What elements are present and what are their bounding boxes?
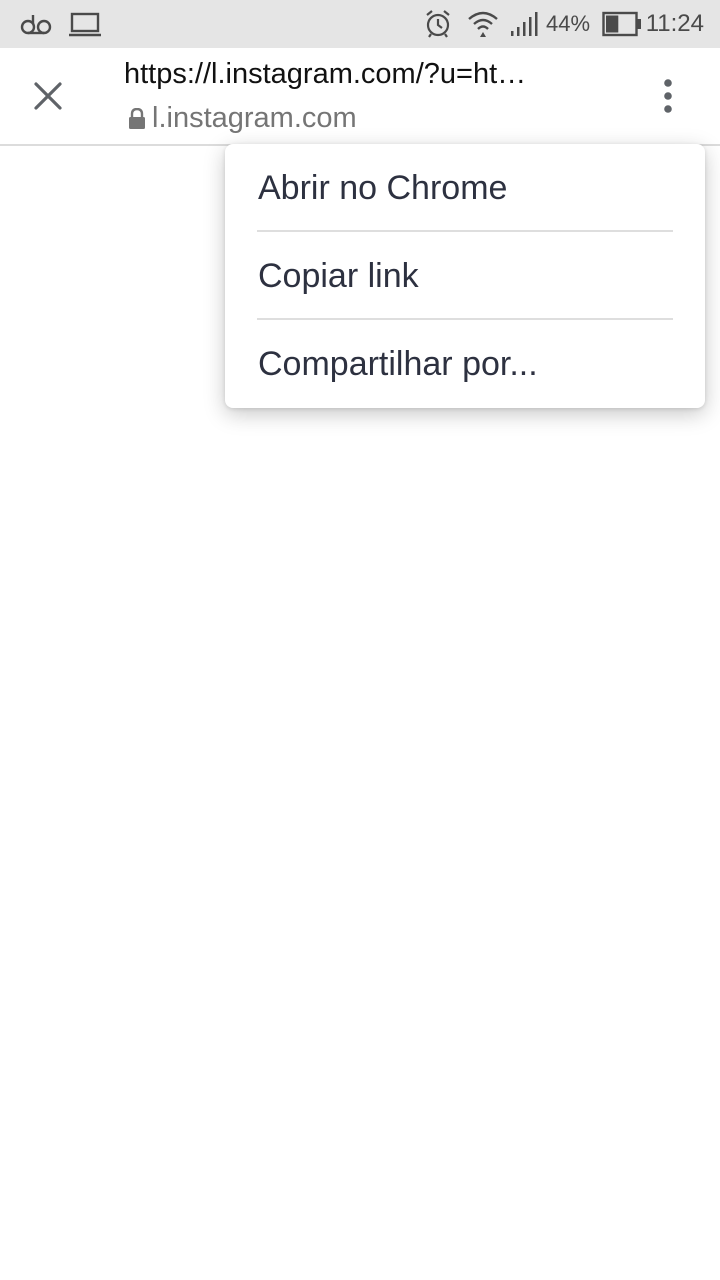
voicemail-icon (20, 0, 52, 48)
close-button[interactable] (18, 66, 78, 126)
more-options-button[interactable] (640, 66, 696, 126)
battery-icon (602, 0, 642, 48)
page-domain[interactable]: l.instagram.com (128, 102, 357, 135)
laptop-icon (68, 0, 102, 48)
screen: 44% 11:24 https://l.instagram.com/?u=ht… (0, 0, 720, 1280)
overflow-menu: Abrir no Chrome Copiar link Compartilhar… (225, 144, 705, 408)
battery-percent: 44% (546, 11, 591, 36)
close-icon (34, 82, 62, 110)
alarm-icon (422, 0, 454, 48)
wifi-icon (466, 0, 500, 48)
domain-label: l.instagram.com (152, 102, 357, 134)
menu-item-share[interactable]: Compartilhar por... (225, 320, 705, 408)
custom-tab-toolbar: https://l.instagram.com/?u=ht… l.instagr… (0, 48, 720, 146)
menu-item-copy-link[interactable]: Copiar link (225, 232, 705, 320)
clock: 11:24 (645, 10, 704, 37)
signal-icon (508, 0, 542, 48)
menu-item-open-in-chrome[interactable]: Abrir no Chrome (225, 144, 705, 232)
status-bar: 44% 11:24 (0, 0, 720, 48)
lock-icon (128, 107, 146, 130)
more-vert-icon (664, 79, 672, 113)
page-url[interactable]: https://l.instagram.com/?u=ht… (124, 58, 584, 91)
